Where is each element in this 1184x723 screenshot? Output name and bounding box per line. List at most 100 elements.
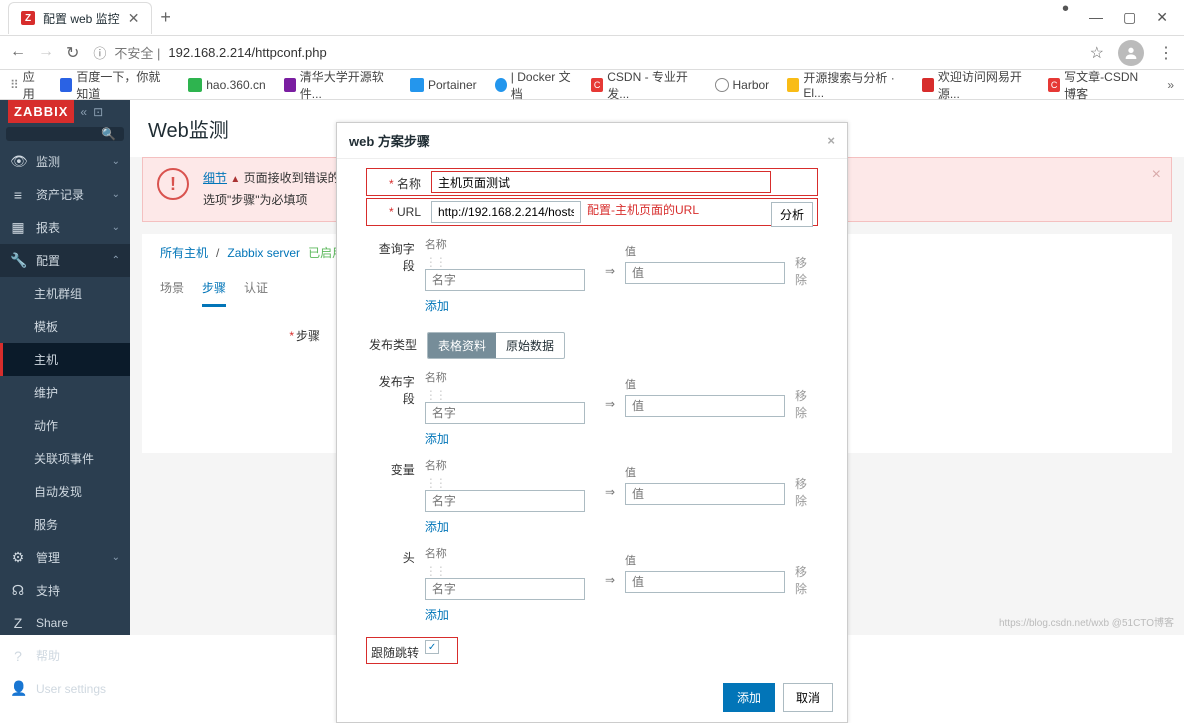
grid-icon[interactable]: ⊡	[93, 105, 103, 119]
new-tab-button[interactable]: +	[160, 7, 171, 28]
bookmark-csdn[interactable]: CCSDN - 专业开发...	[591, 68, 696, 102]
post-name-input[interactable]	[425, 402, 585, 424]
zabbix-logo[interactable]: ZABBIX	[8, 100, 74, 123]
bookmark-netease[interactable]: 欢迎访问网易开源...	[922, 68, 1030, 102]
search-icon: 🔍	[101, 127, 116, 141]
bookmark-hao360[interactable]: hao.360.cn	[188, 78, 265, 92]
arrow-icon: ⇒	[595, 573, 625, 587]
apps-button[interactable]: ⠿应用	[10, 68, 42, 102]
back-icon[interactable]: ←	[10, 43, 26, 63]
csdn-icon: C	[591, 78, 603, 92]
var-name-input[interactable]	[425, 490, 585, 512]
bookmark-harbor[interactable]: Harbor	[715, 78, 770, 92]
variable-label: 变量	[367, 457, 425, 478]
hdr-name-input[interactable]	[425, 578, 585, 600]
tab-close-icon[interactable]: ✕	[128, 10, 140, 27]
tab-steps[interactable]: 步骤	[202, 271, 226, 307]
url-input[interactable]: ⓘ 不安全 | 192.168.2.214/httpconf.php	[93, 43, 1075, 62]
modal-title: web 方案步骤	[349, 131, 430, 150]
portainer-icon	[410, 78, 424, 92]
write-icon: C	[1048, 78, 1060, 92]
menu-icon[interactable]: ⋮	[1158, 43, 1174, 63]
chevron-down-icon: ⌄	[112, 156, 120, 167]
drag-icon[interactable]: ⋮⋮	[425, 388, 445, 402]
bookmark-docker[interactable]: | Docker 文档	[495, 68, 573, 102]
sub-host[interactable]: 主机	[0, 343, 130, 376]
drag-icon[interactable]: ⋮⋮	[425, 255, 445, 269]
wrench-icon: 🔧	[10, 252, 26, 269]
breadcrumb-server[interactable]: Zabbix server	[227, 246, 300, 260]
hdr-add-link[interactable]: 添加	[425, 606, 817, 623]
bookmark-portainer[interactable]: Portainer	[410, 78, 477, 92]
alert-close-icon[interactable]: ×	[1152, 166, 1161, 184]
tab-scenario[interactable]: 场景	[160, 271, 184, 307]
baidu-icon	[60, 78, 72, 92]
post-type-toggle[interactable]: 表格资料 原始数据	[427, 332, 565, 359]
remove-link[interactable]: 移除	[795, 387, 817, 421]
remove-link[interactable]: 移除	[795, 563, 817, 597]
alert-details-link[interactable]: 细节	[203, 171, 227, 185]
analyze-button[interactable]: 分析	[771, 202, 813, 227]
nav-support[interactable]: ☊支持	[0, 574, 130, 607]
close-window-icon[interactable]: ✕	[1156, 9, 1168, 26]
sub-action[interactable]: 动作	[0, 409, 130, 442]
query-name-input[interactable]	[425, 269, 585, 291]
tsinghua-icon	[284, 78, 296, 92]
tab-auth[interactable]: 认证	[244, 271, 268, 307]
modal-cancel-button[interactable]: 取消	[783, 683, 833, 712]
follow-checkbox[interactable]: ✓	[425, 640, 439, 654]
query-add-link[interactable]: 添加	[425, 297, 817, 314]
var-value-input[interactable]	[625, 483, 785, 505]
var-add-link[interactable]: 添加	[425, 518, 817, 535]
nav-usersettings[interactable]: 👤User settings	[0, 672, 130, 705]
hdr-value-input[interactable]	[625, 571, 785, 593]
url-input[interactable]	[431, 201, 581, 223]
modal-close-icon[interactable]: ×	[827, 133, 835, 148]
breadcrumb-all[interactable]: 所有主机	[160, 244, 208, 261]
nav-admin[interactable]: ⚙管理⌄	[0, 541, 130, 574]
toggle-raw[interactable]: 原始数据	[496, 333, 564, 358]
watermark: https://blog.csdn.net/wxb @51CTO博客	[999, 614, 1174, 629]
sub-hostgroup[interactable]: 主机群组	[0, 277, 130, 310]
star-icon[interactable]: ☆	[1090, 43, 1104, 63]
bookmarks-overflow-icon[interactable]: »	[1167, 78, 1174, 92]
reload-icon[interactable]: ↻	[66, 43, 79, 63]
tab-favicon-icon: Z	[21, 11, 35, 25]
browser-tab[interactable]: Z 配置 web 监控 ✕	[8, 2, 152, 34]
bookmark-search[interactable]: 开源搜索与分析 · El...	[787, 69, 903, 100]
sub-template[interactable]: 模板	[0, 310, 130, 343]
sub-correlation[interactable]: 关联项事件	[0, 442, 130, 475]
post-value-input[interactable]	[625, 395, 785, 417]
window-controls: • — ▢ ✕	[1062, 9, 1184, 26]
post-add-link[interactable]: 添加	[425, 430, 817, 447]
toggle-form[interactable]: 表格资料	[428, 333, 496, 358]
maximize-icon[interactable]: ▢	[1123, 9, 1136, 26]
bookmark-baidu[interactable]: 百度一下，你就知道	[60, 68, 170, 102]
remove-link[interactable]: 移除	[795, 254, 817, 288]
harbor-icon	[715, 78, 729, 92]
nav-asset[interactable]: ≡资产记录⌄	[0, 178, 130, 211]
chevron-up-icon: ⌃	[112, 255, 120, 266]
bookmark-write[interactable]: C写文章-CSDN博客	[1048, 68, 1149, 102]
nav-config[interactable]: 🔧配置⌃	[0, 244, 130, 277]
query-value-input[interactable]	[625, 262, 785, 284]
minimize-icon[interactable]: —	[1089, 9, 1103, 26]
drag-icon[interactable]: ⋮⋮	[425, 564, 445, 578]
sub-maintenance[interactable]: 维护	[0, 376, 130, 409]
bookmark-tsinghua[interactable]: 清华大学开源软件...	[284, 68, 392, 102]
remove-link[interactable]: 移除	[795, 475, 817, 509]
modal-add-button[interactable]: 添加	[723, 683, 775, 712]
drag-icon[interactable]: ⋮⋮	[425, 476, 445, 490]
sidebar-search[interactable]: 🔍	[6, 127, 124, 141]
nav-monitor[interactable]: 👁监测⌄	[0, 145, 130, 178]
nav-report[interactable]: ▦报表⌄	[0, 211, 130, 244]
nav-help[interactable]: ?帮助	[0, 639, 130, 672]
collapse-icon[interactable]: «	[80, 105, 87, 119]
nav-share[interactable]: ZShare	[0, 607, 130, 639]
browser-tab-bar: Z 配置 web 监控 ✕ + • — ▢ ✕	[0, 0, 1184, 36]
header-label: 头	[367, 545, 425, 566]
sub-service[interactable]: 服务	[0, 508, 130, 541]
sub-discovery[interactable]: 自动发现	[0, 475, 130, 508]
name-input[interactable]	[431, 171, 771, 193]
profile-avatar[interactable]	[1118, 40, 1144, 66]
